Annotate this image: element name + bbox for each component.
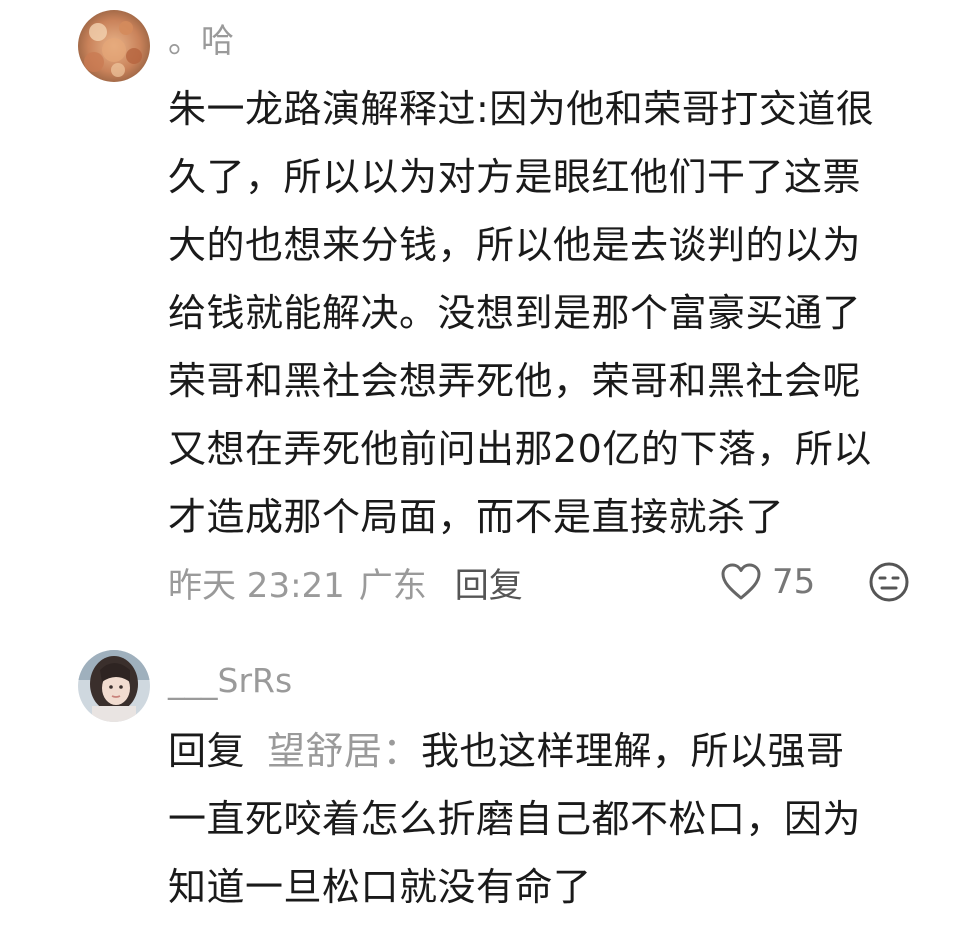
coral-photo-avatar-icon [78,10,150,82]
comment-line: 大的也想来分钱，所以他是去谈判的以为 [168,223,862,267]
comment-item: ___SrRs 回复 望舒居：我也这样理解，所以强哥 一直死咬着怎么折磨自己都不松… [0,640,975,932]
like-count: 75 [772,562,816,602]
comment-location: 广东 [358,565,427,606]
comment-line: 知道一旦松口就没有命了 [168,865,592,909]
reply-target-username[interactable]: 望舒居 [267,729,383,773]
comment-line: 回复 望舒居：我也这样理解，所以强哥 [168,717,933,785]
comment-line: 才造成那个局面，而不是直接就杀了 [168,495,785,539]
comment-text: 朱一龙路演解释过:因为他和荣哥打交道很 久了，所以以为对方是眼红他们干了这票 大… [168,75,933,551]
comment-line: 朱一龙路演解释过:因为他和荣哥打交道很 [168,87,875,131]
comment-line: 又想在弄死他前问出那20亿的下落，所以 [168,427,872,471]
girl-photo-avatar-icon [78,650,150,722]
comment-time: 昨天 23:21 [168,565,345,606]
comment-line: 一直死咬着怎么折磨自己都不松口，因为 [168,797,862,841]
reply-prefix: 回复 [168,729,246,773]
comment-text: 回复 望舒居：我也这样理解，所以强哥 一直死咬着怎么折磨自己都不松口，因为 知道一… [168,717,933,921]
comment-line: 久了，所以以为对方是眼红他们干了这票 [168,155,862,199]
emoji-reaction-button[interactable] [868,561,910,603]
username[interactable]: ___SrRs [168,664,292,697]
like-button[interactable]: 75 [720,558,815,606]
comment-line: 给钱就能解决。没想到是那个富豪买通了 [168,291,862,335]
reply-colon: ： [382,729,422,773]
neutral-face-icon [869,562,909,602]
heart-outline-icon [721,563,761,600]
user-avatar[interactable] [78,650,150,722]
comment-meta: 昨天 23:21 广东 回复 75 [168,558,928,606]
user-avatar[interactable] [78,10,150,82]
comment-item: 。哈 朱一龙路演解释过:因为他和荣哥打交道很 久了，所以以为对方是眼红他们干了这… [0,0,975,620]
comment-line-text: 我也这样理解，所以强哥 [421,729,845,773]
username[interactable]: 。哈 [168,24,234,57]
reply-button[interactable]: 回复 [455,558,523,607]
comment-line: 荣哥和黑社会想弄死他，荣哥和黑社会呢 [168,359,862,403]
